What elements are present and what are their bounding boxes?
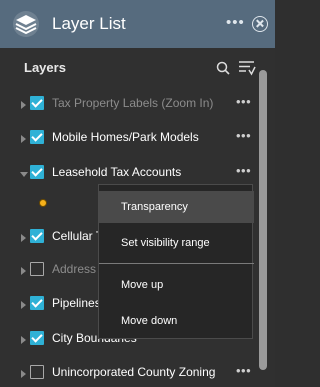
expand-caret-icon[interactable] (21, 101, 26, 109)
close-icon[interactable] (252, 16, 268, 32)
layer-checkbox[interactable] (30, 296, 44, 310)
layer-label: Tax Property Labels (Zoom In) (52, 96, 214, 110)
menu-divider (99, 263, 254, 264)
point-symbol-icon (39, 199, 47, 207)
layers-stack-icon (13, 11, 39, 37)
layer-options-icon[interactable]: ••• (236, 128, 251, 143)
layer-label: Leasehold Tax Accounts (52, 165, 182, 179)
layer-checkbox[interactable] (30, 96, 44, 110)
layer-options-icon[interactable]: ••• (236, 363, 251, 378)
layer-row-mobile-homes[interactable]: Mobile Homes/Park Models ••• (0, 128, 258, 152)
menu-item-move-down[interactable]: Move down (99, 305, 254, 337)
expand-caret-icon[interactable] (21, 336, 26, 344)
expand-caret-icon[interactable] (21, 370, 26, 378)
layer-row-tax-property-labels[interactable]: Tax Property Labels (Zoom In) ••• (0, 94, 258, 118)
layer-checkbox[interactable] (30, 165, 44, 179)
menu-item-move-up[interactable]: Move up (99, 269, 254, 301)
layer-label: Mobile Homes/Park Models (52, 130, 199, 144)
layer-options-icon[interactable]: ••• (236, 94, 251, 109)
sort-list-icon[interactable] (238, 60, 256, 76)
layer-checkbox[interactable] (30, 130, 44, 144)
search-icon[interactable] (216, 61, 230, 75)
layer-checkbox[interactable] (30, 331, 44, 345)
expand-caret-icon[interactable] (21, 301, 26, 309)
layer-label: Pipelines (52, 296, 101, 310)
expand-caret-icon[interactable] (21, 267, 26, 275)
expand-caret-icon[interactable] (21, 135, 26, 143)
window-titlebar: Layer List ••• (0, 0, 275, 48)
scrollbar-thumb[interactable] (259, 70, 267, 370)
layer-checkbox[interactable] (30, 365, 44, 379)
menu-item-visibility-range[interactable]: Set visibility range (99, 227, 254, 259)
window-more-icon[interactable]: ••• (226, 14, 245, 31)
menu-item-transparency[interactable]: Transparency (99, 191, 254, 223)
collapse-caret-icon[interactable] (20, 172, 28, 177)
layers-header: Layers (0, 48, 275, 84)
window-title: Layer List (52, 14, 126, 33)
layer-row-county-zoning[interactable]: Unincorporated County Zoning ••• (0, 363, 258, 387)
layer-options-icon[interactable]: ••• (236, 163, 251, 178)
expand-caret-icon[interactable] (21, 234, 26, 242)
layer-checkbox[interactable] (30, 262, 44, 276)
layer-checkbox[interactable] (30, 229, 44, 243)
layer-context-menu: Transparency Set visibility range Move u… (98, 184, 254, 339)
layers-heading: Layers (24, 60, 66, 75)
layer-label: Unincorporated County Zoning (52, 365, 216, 379)
